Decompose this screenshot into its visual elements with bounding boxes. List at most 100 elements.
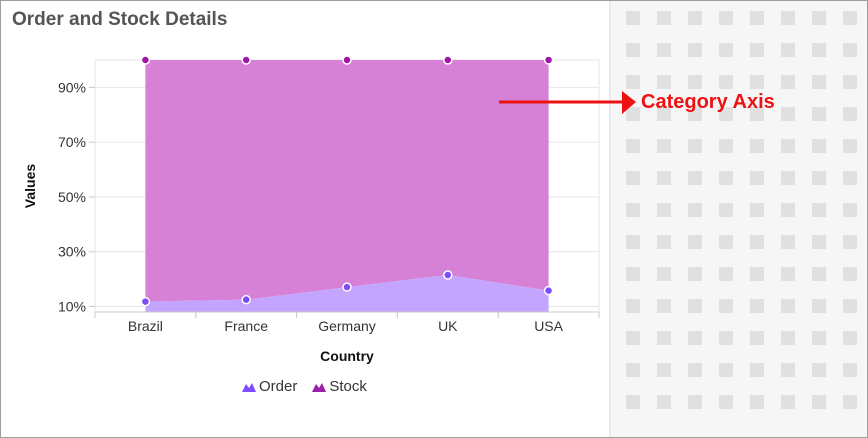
pattern-tile bbox=[626, 43, 640, 57]
pattern-tile bbox=[843, 363, 857, 377]
pattern-tile bbox=[657, 11, 671, 25]
pattern-tile bbox=[688, 331, 702, 345]
x-tick-label: Germany bbox=[318, 318, 376, 334]
y-tick-label: 50% bbox=[58, 189, 86, 205]
pattern-tile bbox=[843, 107, 857, 121]
y-tick-label: 90% bbox=[58, 79, 86, 95]
pattern-tile bbox=[719, 203, 733, 217]
pattern-tile bbox=[626, 203, 640, 217]
pattern-tile bbox=[781, 363, 795, 377]
pattern-tile bbox=[750, 75, 764, 89]
pattern-tile bbox=[781, 43, 795, 57]
y-axis-title: Values bbox=[22, 164, 38, 209]
data-point-order bbox=[140, 296, 151, 307]
pattern-tile bbox=[781, 171, 795, 185]
pattern-tile bbox=[688, 43, 702, 57]
order-area-icon bbox=[242, 382, 256, 392]
pattern-tile bbox=[657, 43, 671, 57]
legend-item-order[interactable]: Order bbox=[241, 378, 297, 395]
pattern-tile bbox=[688, 267, 702, 281]
pattern-tile bbox=[843, 395, 857, 409]
pattern-tile bbox=[626, 171, 640, 185]
pattern-tile bbox=[750, 267, 764, 281]
pattern-tile bbox=[657, 203, 671, 217]
pattern-tile bbox=[750, 395, 764, 409]
pattern-tile bbox=[781, 235, 795, 249]
pattern-tile bbox=[688, 395, 702, 409]
pattern-tile bbox=[843, 171, 857, 185]
pattern-tile bbox=[688, 171, 702, 185]
pattern-tile bbox=[719, 43, 733, 57]
legend-item-stock[interactable]: Stock bbox=[311, 378, 367, 395]
data-point-stock bbox=[342, 55, 352, 65]
pattern-tile bbox=[812, 267, 826, 281]
pattern-tile bbox=[750, 363, 764, 377]
pattern-tile bbox=[812, 235, 826, 249]
pattern-tile bbox=[657, 139, 671, 153]
data-point-order bbox=[443, 270, 453, 280]
data-point-order bbox=[543, 285, 554, 296]
pattern-tile bbox=[719, 11, 733, 25]
pattern-tile bbox=[688, 75, 702, 89]
pattern-tile bbox=[688, 235, 702, 249]
annotation-arrow bbox=[499, 91, 636, 114]
pattern-tile bbox=[843, 43, 857, 57]
pattern-tile bbox=[719, 331, 733, 345]
x-tick-label: Brazil bbox=[128, 318, 163, 334]
pattern-tile bbox=[812, 139, 826, 153]
pattern-tile bbox=[750, 171, 764, 185]
plot-area: 10% 30% 50% 70% 90% Brazil France Germany UK USA C… bbox=[22, 55, 600, 364]
pattern-tile bbox=[657, 331, 671, 345]
pattern-tile bbox=[626, 139, 640, 153]
pattern-tile bbox=[812, 395, 826, 409]
pattern-tile bbox=[843, 139, 857, 153]
pattern-tile bbox=[812, 43, 826, 57]
pattern-tile bbox=[812, 107, 826, 121]
pattern-tile bbox=[812, 363, 826, 377]
pattern-tile bbox=[812, 203, 826, 217]
x-tick-label: UK bbox=[438, 318, 458, 334]
pattern-background bbox=[611, 1, 867, 437]
x-tick-label: USA bbox=[534, 318, 563, 334]
y-tick-label: 70% bbox=[58, 134, 86, 150]
pattern-tile bbox=[688, 203, 702, 217]
data-point-stock bbox=[543, 55, 554, 65]
pattern-tile bbox=[812, 75, 826, 89]
pattern-tile bbox=[750, 203, 764, 217]
data-point-stock bbox=[241, 55, 251, 65]
pattern-tile bbox=[781, 11, 795, 25]
pattern-tile bbox=[812, 171, 826, 185]
chart-frame: Order and Stock Details 10% 30% 50% 70% 90% B… bbox=[0, 0, 868, 438]
pattern-tile bbox=[719, 395, 733, 409]
pattern-tile bbox=[812, 331, 826, 345]
y-tick-label: 30% bbox=[58, 244, 86, 260]
pattern-tile bbox=[843, 267, 857, 281]
pattern-tile bbox=[750, 139, 764, 153]
pattern-tile bbox=[719, 139, 733, 153]
pattern-tile bbox=[812, 11, 826, 25]
pattern-tile bbox=[657, 267, 671, 281]
pattern-tile bbox=[843, 203, 857, 217]
pattern-tile bbox=[626, 267, 640, 281]
pattern-tile bbox=[626, 331, 640, 345]
pattern-tile bbox=[812, 299, 826, 313]
pattern-tile bbox=[719, 363, 733, 377]
pattern-tile bbox=[781, 139, 795, 153]
pattern-tile bbox=[626, 11, 640, 25]
pattern-tile bbox=[781, 267, 795, 281]
pattern-tile bbox=[688, 363, 702, 377]
x-axis-title: Country bbox=[320, 348, 374, 364]
pattern-tile bbox=[750, 299, 764, 313]
pattern-tile bbox=[750, 43, 764, 57]
annotation-label: Category Axis bbox=[641, 91, 775, 113]
pattern-tile bbox=[626, 363, 640, 377]
data-point-stock bbox=[140, 55, 151, 65]
pattern-tile bbox=[719, 235, 733, 249]
legend: Order Stock bbox=[241, 378, 381, 395]
legend-label-stock: Stock bbox=[329, 378, 367, 395]
pattern-tile bbox=[843, 11, 857, 25]
pattern-tile bbox=[657, 395, 671, 409]
series-area-stock bbox=[145, 60, 549, 302]
pattern-tile bbox=[626, 299, 640, 313]
data-point-order bbox=[241, 294, 251, 305]
